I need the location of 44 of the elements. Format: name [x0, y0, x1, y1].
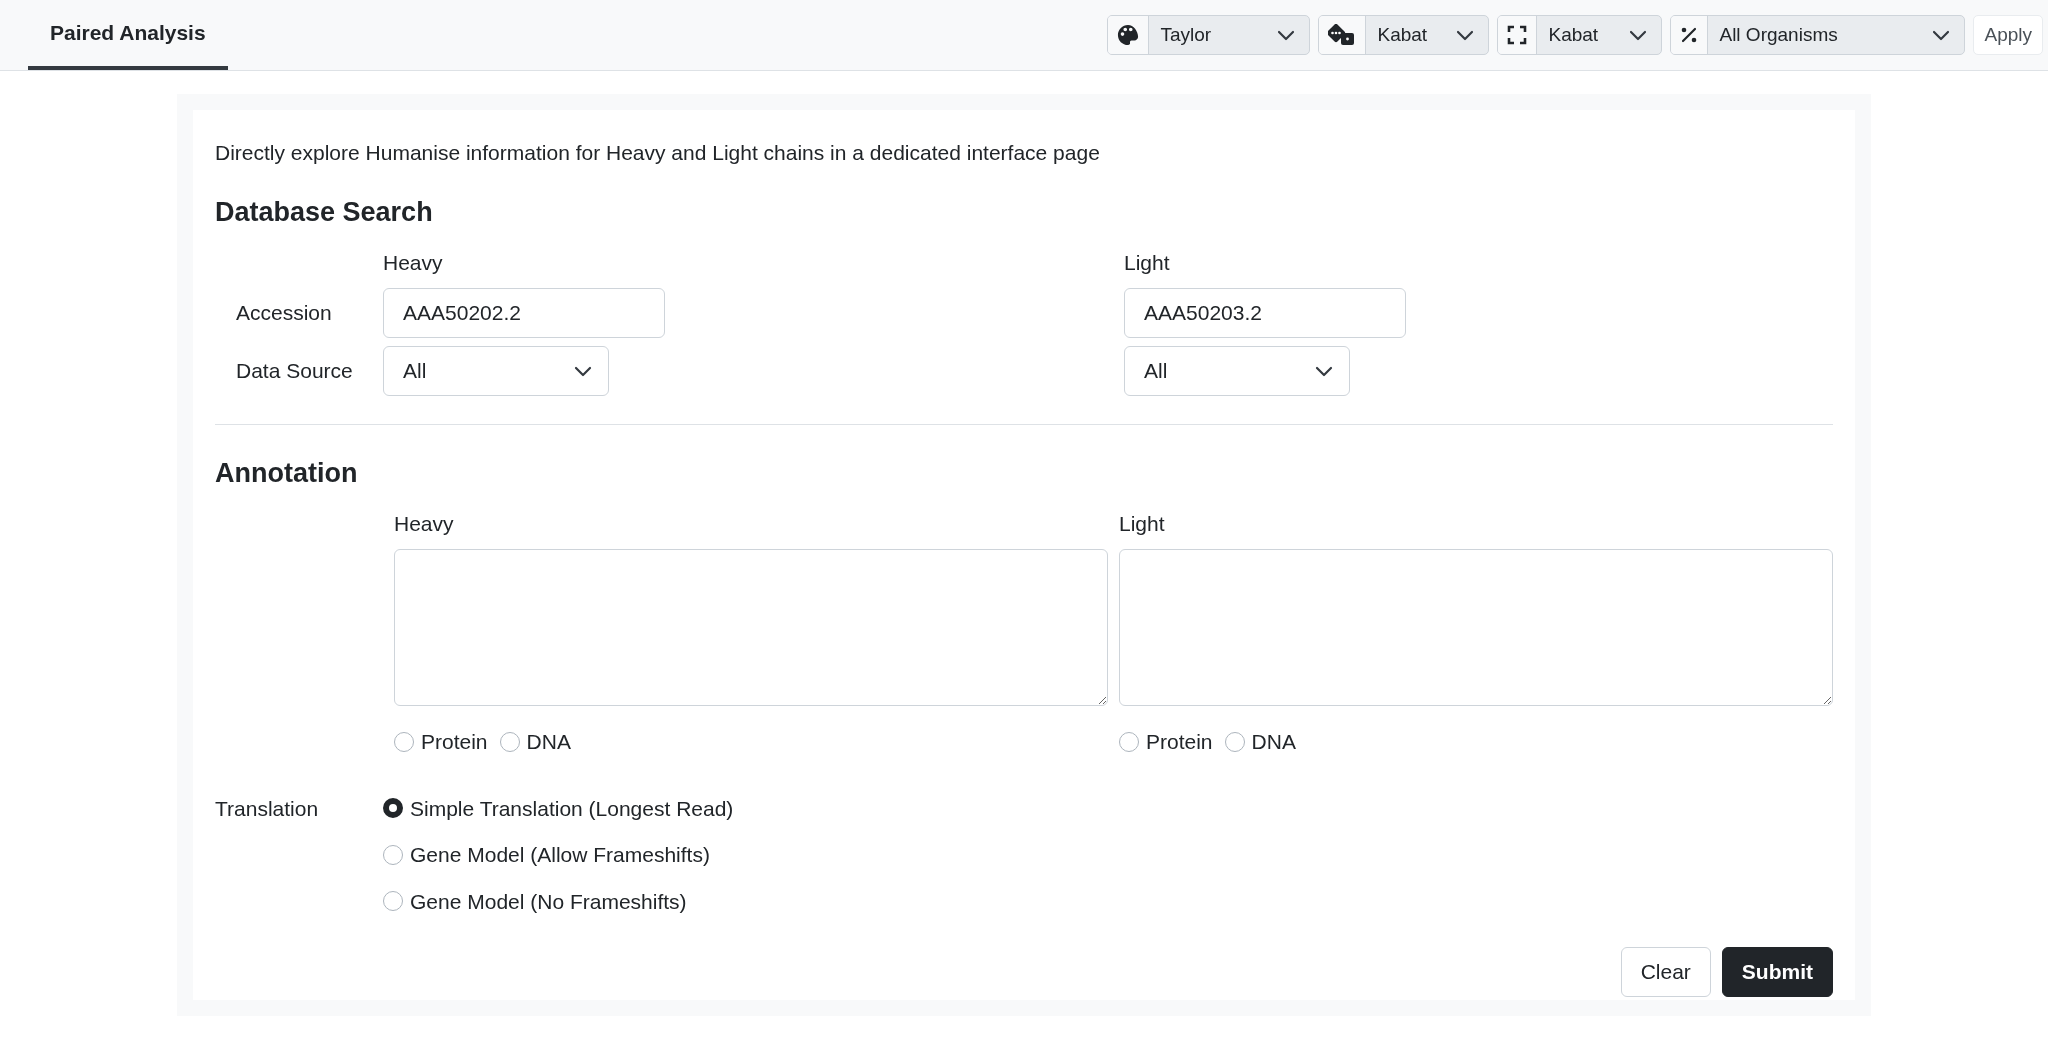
translation-option[interactable]: Gene Model (Allow Frameshifts)	[383, 839, 710, 871]
radio-button[interactable]	[1224, 731, 1245, 752]
column-label: Light	[1119, 510, 1165, 537]
radio-button[interactable]	[383, 891, 403, 912]
chevron-down-icon	[574, 365, 592, 377]
translation-option[interactable]: Gene Model (No Frameshifts)	[383, 885, 687, 917]
field-label: Data Source	[235, 358, 354, 385]
sequence-type-radio[interactable]: DNA	[1224, 726, 1296, 758]
field-label: Translation	[215, 796, 319, 820]
data-source-dropdown[interactable]: All	[383, 346, 609, 396]
accession-field[interactable]: AAA50202.2	[383, 288, 665, 338]
description-text: Directly explore Humanise information for Heavy and Light chains in a dedicated interface page	[215, 140, 1101, 166]
dice-icon	[1328, 24, 1357, 46]
sequence-type-radio[interactable]: Protein	[1119, 726, 1213, 758]
sequence-textarea[interactable]	[1119, 549, 1833, 706]
palette-icon	[1117, 24, 1140, 46]
chevron-down-icon	[1456, 29, 1475, 41]
accession-field[interactable]: AAA50203.2	[1124, 288, 1406, 338]
radio-button[interactable]	[1119, 731, 1139, 752]
section-heading: Database Search	[215, 196, 434, 229]
column-label: Light	[1124, 250, 1170, 274]
chevron-down-icon	[1315, 365, 1333, 377]
chevron-down-icon	[1932, 29, 1951, 41]
sequence-textarea[interactable]	[394, 549, 1108, 706]
fullscreen-icon	[1507, 25, 1528, 45]
submit-button[interactable]: Submit	[1721, 947, 1833, 997]
apply-button[interactable]: Apply	[1973, 15, 2043, 55]
radio-button[interactable]	[394, 731, 414, 752]
radio-button[interactable]	[383, 844, 403, 865]
radio-button[interactable]	[499, 731, 520, 752]
tab[interactable]: Paired Analysis	[28, 0, 228, 70]
translation-option[interactable]: Simple Translation (Longest Read)	[383, 792, 734, 824]
data-source-dropdown[interactable]: All	[1124, 346, 1350, 396]
field-label: Accession	[235, 300, 333, 327]
column-label: Heavy	[383, 250, 443, 274]
radio-button[interactable]	[383, 798, 403, 819]
percent-icon	[1680, 26, 1699, 44]
chevron-down-icon	[1629, 29, 1648, 41]
column-label: Heavy	[394, 510, 454, 537]
section-heading: Annotation	[215, 457, 359, 490]
sequence-type-radio[interactable]: DNA	[499, 726, 571, 758]
chevron-down-icon	[1277, 29, 1296, 41]
clear-button[interactable]: Clear	[1620, 947, 1711, 997]
sequence-type-radio[interactable]: Protein	[394, 726, 488, 758]
